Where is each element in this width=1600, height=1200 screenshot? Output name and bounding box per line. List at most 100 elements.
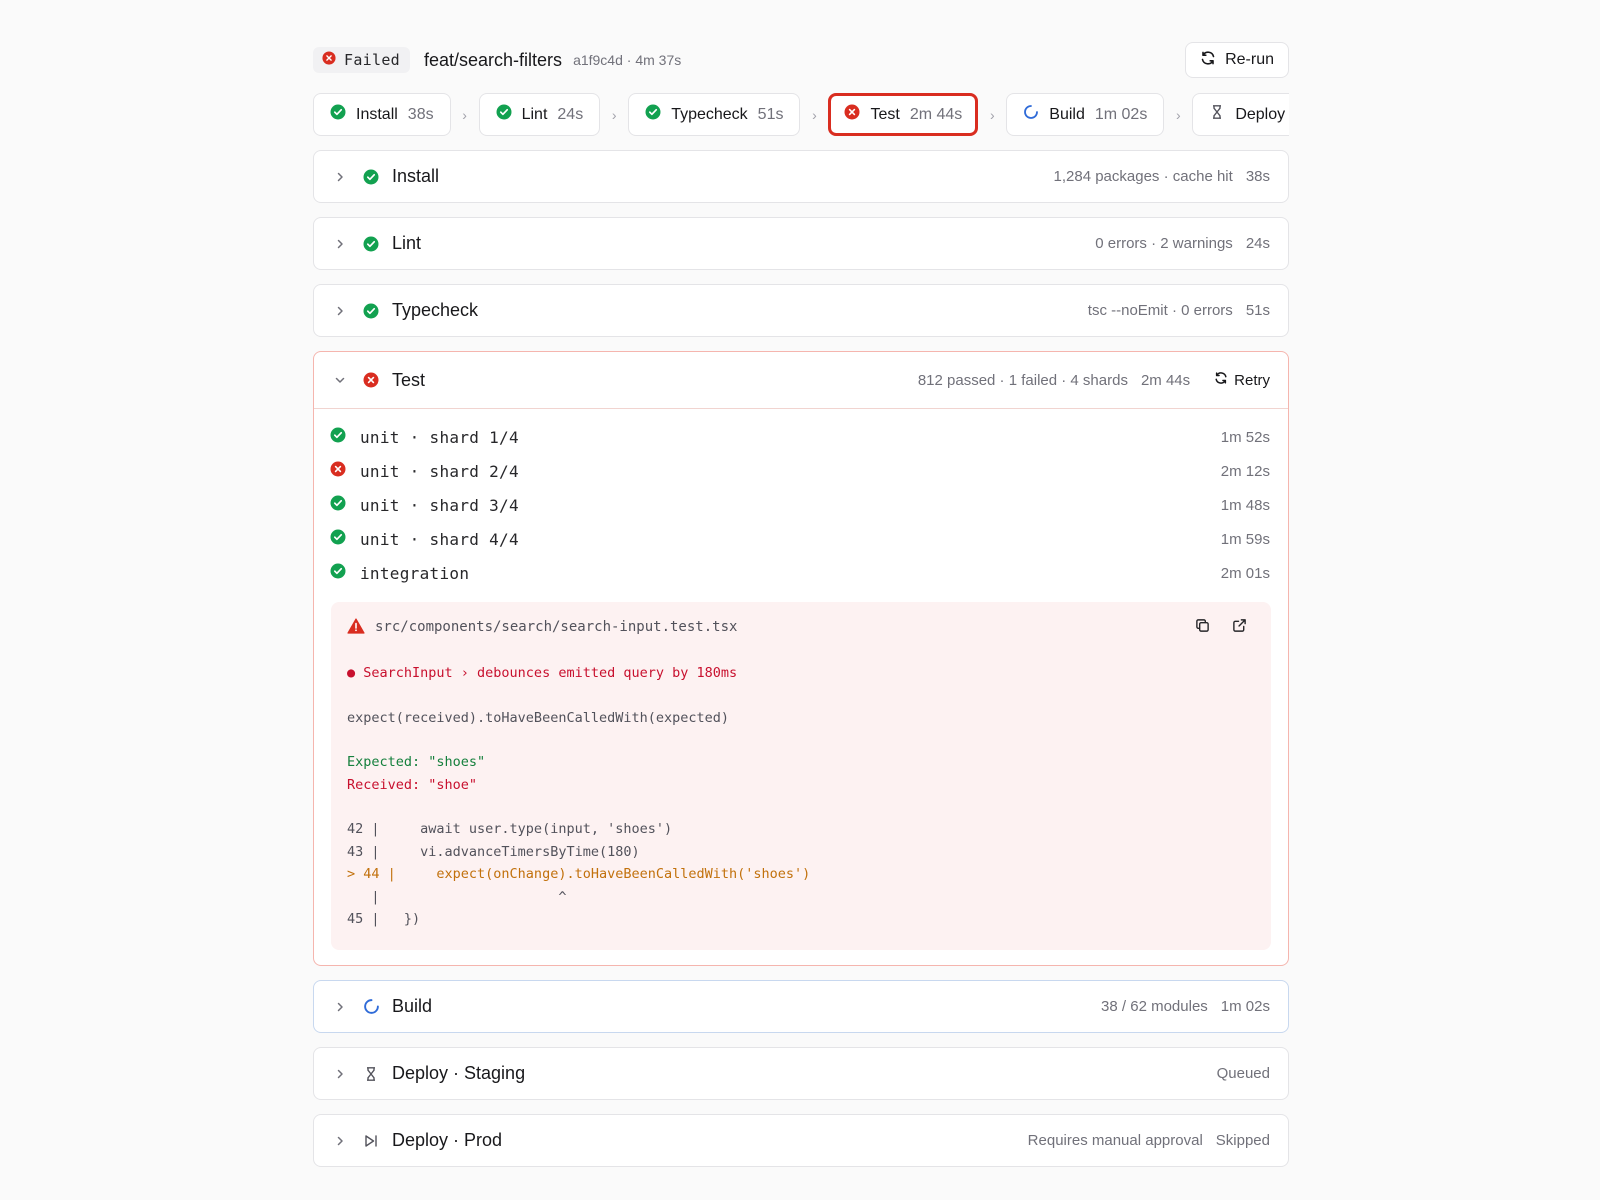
stage-meta: 38 / 62 modules [1101, 998, 1208, 1015]
shard-row[interactable]: unit · shard 2/4 2m 12s [330, 454, 1270, 488]
x-circle-icon [330, 461, 346, 482]
shard-duration: 2m 01s [1220, 564, 1270, 582]
step-install[interactable]: Install 38s [313, 93, 451, 136]
stage-card-install: Install 1,284 packages · cache hit 38s [313, 150, 1289, 203]
chevron-right-icon [330, 301, 350, 321]
refresh-icon [1200, 50, 1216, 71]
stage-title: Test [392, 369, 426, 390]
chevron-right-icon: › [812, 106, 817, 123]
chevron-right-icon: › [989, 106, 995, 123]
stage-header-deploy-staging[interactable]: Deploy · Staging Queued [314, 1048, 1288, 1099]
error-file-path: src/components/search/search-input.test.… [375, 619, 738, 635]
shard-list: unit · shard 1/4 1m 52s unit · shard 2/4… [314, 409, 1288, 590]
external-link-icon[interactable] [1232, 618, 1247, 633]
stage-card-lint: Lint 0 errors · 2 warnings 24s [313, 217, 1289, 270]
x-circle-icon [844, 104, 860, 125]
step-duration: 2m 44s [909, 105, 963, 123]
pipeline-header: Failed feat/search-filters a1f9c4d · 4m … [313, 42, 1289, 78]
error-file-header: src/components/search/search-input.test.… [347, 616, 1255, 638]
chevron-right-icon: › [462, 106, 467, 123]
shard-duration: 1m 59s [1220, 530, 1270, 548]
stage-title: Deploy · Prod [392, 1130, 503, 1150]
stage-duration: 38s [1245, 168, 1270, 185]
stage-header-test[interactable]: Test 812 passed · 1 failed · 4 shards 2m… [314, 352, 1288, 409]
stage-stepper: Install 38s › Lint 24s › Typecheck 51s ›… [313, 93, 1289, 136]
step-lint[interactable]: Lint 24s [478, 93, 601, 136]
check-circle-icon [645, 104, 661, 125]
status-label: Failed [344, 51, 400, 69]
step-label: Test [870, 105, 900, 123]
status-badge: Failed [313, 47, 410, 73]
shard-name: unit · shard 2/4 [360, 461, 519, 481]
step-build[interactable]: Build 1m 02s [1006, 93, 1165, 136]
stage-header-build[interactable]: Build 38 / 62 modules 1m 02s [314, 981, 1288, 1032]
stage-duration: 51s [1245, 302, 1270, 319]
hourglass-icon [1209, 104, 1225, 125]
stage-status: Skipped [1215, 1132, 1270, 1149]
check-circle-icon [496, 104, 512, 125]
stage-meta: tsc --noEmit · 0 errors [1087, 302, 1233, 319]
stage-title: Lint [392, 233, 422, 253]
code-line: | ^ [347, 888, 567, 905]
step-label: Install [356, 105, 398, 123]
check-circle-icon [330, 495, 346, 516]
shard-row[interactable]: unit · shard 4/4 1m 59s [330, 522, 1270, 556]
stage-header-typecheck[interactable]: Typecheck tsc --noEmit · 0 errors 51s [314, 285, 1288, 336]
commit-meta: a1f9c4d · 4m 37s [573, 52, 682, 68]
shard-duration: 1m 48s [1220, 496, 1270, 514]
shard-row[interactable]: unit · shard 3/4 1m 48s [330, 488, 1270, 522]
skip-icon [362, 1132, 380, 1150]
shard-row[interactable]: unit · shard 1/4 1m 52s [330, 420, 1270, 454]
check-circle-icon [330, 529, 346, 550]
shard-name: unit · shard 3/4 [360, 495, 519, 515]
received-line: Received: "shoe" [347, 776, 478, 793]
stage-duration: 1m 02s [1220, 998, 1270, 1015]
code-line-highlighted: > 44 | expect(onChange).toHaveBeenCalled… [347, 866, 811, 882]
step-label: Build [1049, 105, 1085, 123]
retry-label: Retry [1234, 371, 1270, 389]
refresh-icon [1214, 371, 1228, 389]
retry-button[interactable]: Retry [1214, 371, 1270, 389]
pipeline-view: Failed feat/search-filters a1f9c4d · 4m … [313, 42, 1289, 1167]
shard-row[interactable]: integration 2m 01s [330, 556, 1270, 590]
step-label: Typecheck [671, 105, 748, 123]
step-duration: 38s [407, 105, 434, 123]
check-circle-icon [330, 427, 346, 448]
stage-meta: 812 passed · 1 failed · 4 shards [917, 371, 1128, 389]
chevron-down-icon [330, 370, 350, 390]
step-typecheck[interactable]: Typecheck 51s [628, 93, 801, 136]
rerun-button[interactable]: Re-run [1185, 42, 1289, 78]
stage-meta: 0 errors · 2 warnings [1095, 235, 1233, 252]
step-label: Deploy [1235, 105, 1286, 123]
chevron-right-icon [330, 167, 350, 187]
spinner-icon [1023, 104, 1039, 125]
check-circle-icon [330, 563, 346, 584]
step-deploy[interactable]: Deploy [1192, 93, 1289, 136]
code-line: 45 | }) [347, 911, 421, 927]
stage-card-build: Build 38 / 62 modules 1m 02s [313, 980, 1289, 1033]
stage-card-deploy-staging: Deploy · Staging Queued [313, 1047, 1289, 1100]
expected-line: Expected: "shoes" [347, 754, 486, 770]
copy-icon[interactable] [1195, 618, 1210, 633]
hourglass-icon [362, 1065, 380, 1083]
warning-icon [347, 617, 365, 637]
step-test[interactable]: Test 2m 44s [828, 93, 979, 136]
stage-header-lint[interactable]: Lint 0 errors · 2 warnings 24s [314, 218, 1288, 269]
stage-header-install[interactable]: Install 1,284 packages · cache hit 38s [314, 151, 1288, 202]
error-panel: src/components/search/search-input.test.… [331, 602, 1271, 950]
rerun-label: Re-run [1225, 51, 1274, 68]
stage-card-typecheck: Typecheck tsc --noEmit · 0 errors 51s [313, 284, 1289, 337]
check-circle-icon [362, 302, 380, 320]
branch-name: feat/search-filters [424, 49, 563, 70]
shard-name: unit · shard 4/4 [360, 529, 519, 549]
stage-header-deploy-prod[interactable]: Deploy · Prod Requires manual approval S… [314, 1115, 1288, 1166]
stage-title: Install [392, 166, 440, 186]
x-circle-icon [362, 371, 380, 389]
x-circle-icon [322, 51, 336, 69]
chevron-right-icon: › [611, 106, 617, 123]
step-label: Lint [521, 105, 548, 123]
stage-card-test: Test 812 passed · 1 failed · 4 shards 2m… [313, 351, 1289, 966]
chevron-right-icon: › [1175, 106, 1181, 123]
stage-title: Deploy · Staging [392, 1063, 526, 1083]
stage-meta: Requires manual approval [1027, 1132, 1203, 1149]
